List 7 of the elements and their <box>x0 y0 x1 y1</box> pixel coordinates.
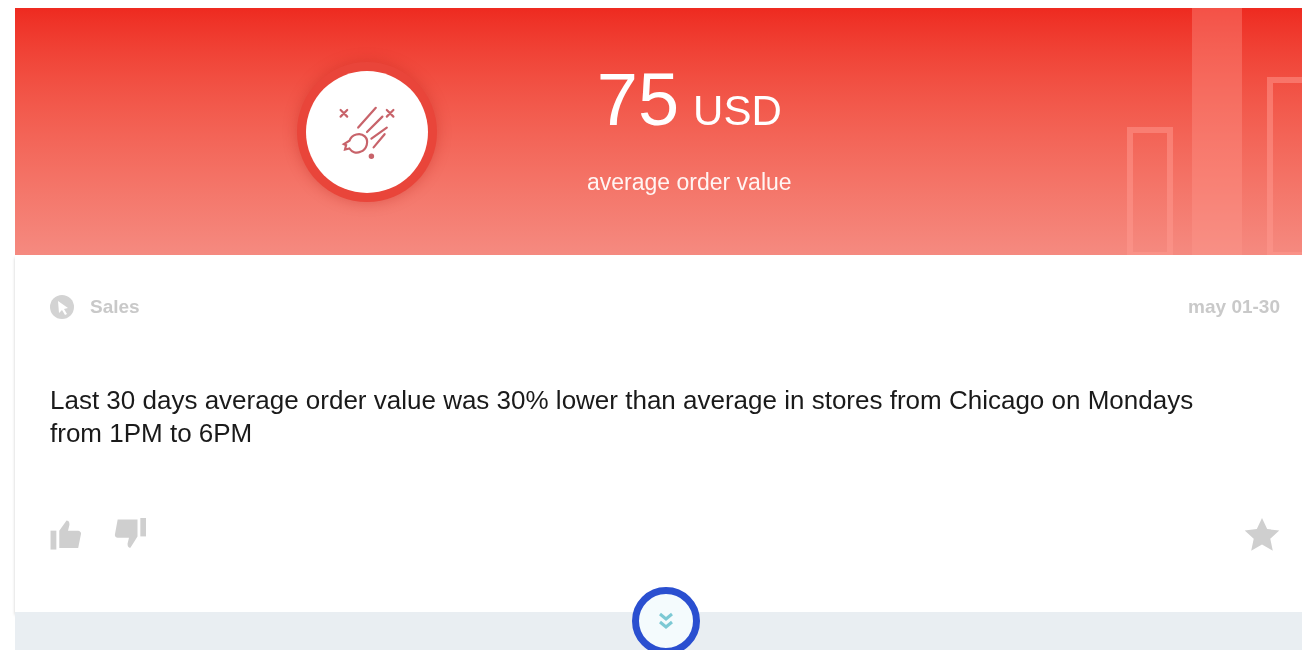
star-icon <box>1244 517 1280 552</box>
insight-message: Last 30 days average order value was 30% lower than average in stores from Chicago on Mondays from 1PM to 6PM <box>50 383 1195 450</box>
metric-value: 75 <box>596 63 680 138</box>
metric-caption: average order value <box>587 168 792 198</box>
cursor-icon <box>50 295 74 320</box>
double-chevron-icon <box>658 612 674 630</box>
metric-unit: USD <box>693 90 782 133</box>
